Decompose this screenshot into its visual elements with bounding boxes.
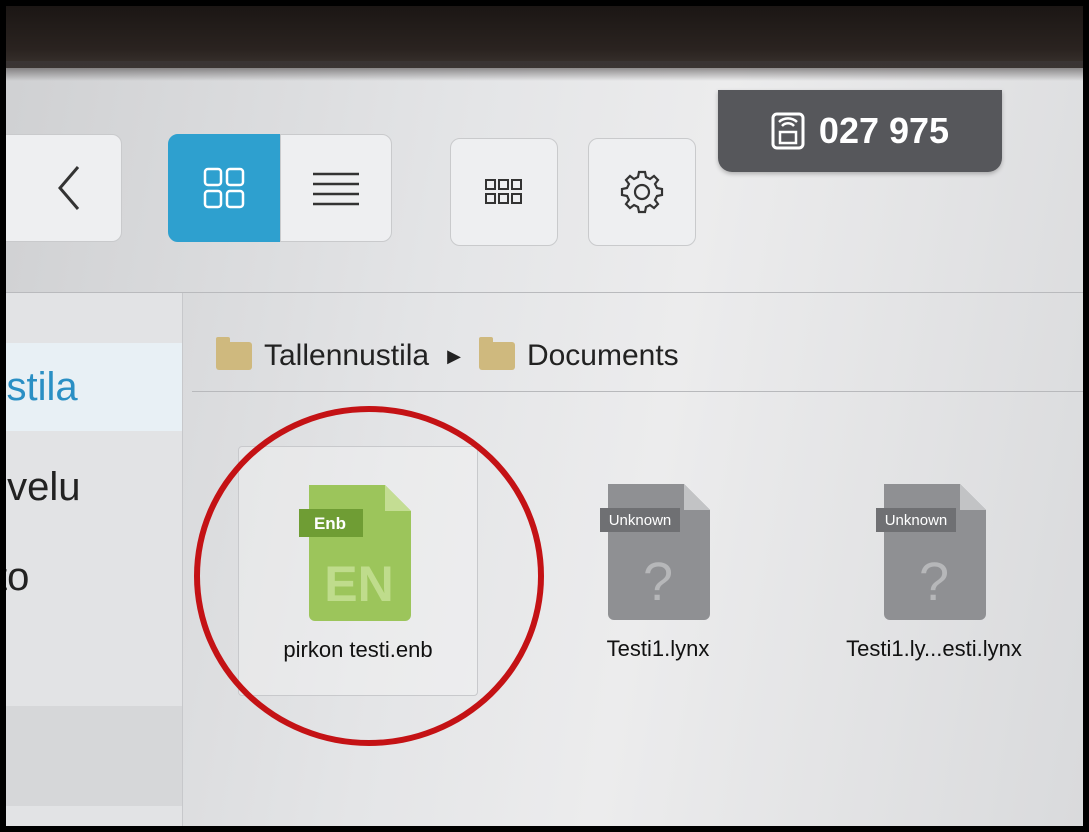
- grid-view-icon: [203, 167, 245, 209]
- file-type-tag: Unknown: [609, 512, 672, 529]
- file-item[interactable]: Enb EN pirkon testi.enb: [238, 446, 478, 696]
- screen-bezel: [6, 6, 1083, 68]
- list-view-button[interactable]: [280, 134, 392, 242]
- folder-icon: [478, 337, 515, 370]
- file-type-glyph: ?: [919, 552, 949, 612]
- sidebar-item-label: alvelu: [6, 464, 81, 509]
- chevron-left-icon: [58, 166, 80, 210]
- settings-button[interactable]: [588, 138, 696, 246]
- folder-icon: [216, 337, 252, 370]
- apps-button[interactable]: [450, 138, 558, 246]
- cast-icon: [771, 112, 805, 150]
- file-type-glyph: EN: [324, 556, 393, 612]
- gear-icon: [620, 170, 664, 214]
- breadcrumb-separator-icon: ▶: [447, 345, 461, 366]
- sidebar-divider: [182, 293, 183, 826]
- room-code-badge: 027 975: [718, 90, 1002, 172]
- sidebar-item-label: nustila: [6, 364, 78, 409]
- apps-grid-icon: [485, 179, 522, 204]
- file-item[interactable]: Unknown ? Testi1.ly...esti.lynx: [814, 446, 1054, 696]
- file-name: Testi1.ly...esti.lynx: [846, 636, 1022, 661]
- breadcrumb: Tallennustila ▶ Documents: [216, 331, 679, 381]
- photo-frame: 027 975 nustila alvelu sto Tallennustila…: [6, 6, 1083, 826]
- file-type-tag: Unknown: [885, 512, 948, 529]
- sidebar-item-storage[interactable]: nustila: [6, 343, 182, 431]
- sidebar-item-service[interactable]: alvelu: [6, 443, 182, 531]
- back-button[interactable]: [6, 134, 122, 242]
- breadcrumb-item-root[interactable]: Tallennustila: [264, 339, 429, 373]
- breadcrumb-item-current[interactable]: Documents: [527, 339, 679, 373]
- file-type-glyph: ?: [643, 552, 673, 612]
- room-code-value: 027 975: [818, 110, 950, 151]
- file-name: Testi1.lynx: [606, 636, 710, 661]
- unknown-file-icon: Unknown ?: [876, 484, 986, 620]
- content-divider: [192, 391, 1083, 392]
- list-view-icon: [313, 172, 359, 206]
- unknown-file-icon: Unknown ?: [600, 484, 710, 620]
- file-item[interactable]: Unknown ? Testi1.lynx: [538, 446, 778, 696]
- bezel-shadow: [6, 61, 1083, 81]
- sidebar-item-folder[interactable]: sto: [6, 533, 182, 621]
- sidebar-footer: [6, 706, 182, 806]
- file-type-tag: Enb: [314, 514, 346, 533]
- file-name: pirkon testi.enb: [283, 637, 433, 662]
- grid-view-button[interactable]: [168, 134, 280, 242]
- sidebar-item-label: sto: [6, 554, 30, 599]
- enb-file-icon: Enb EN: [299, 485, 411, 621]
